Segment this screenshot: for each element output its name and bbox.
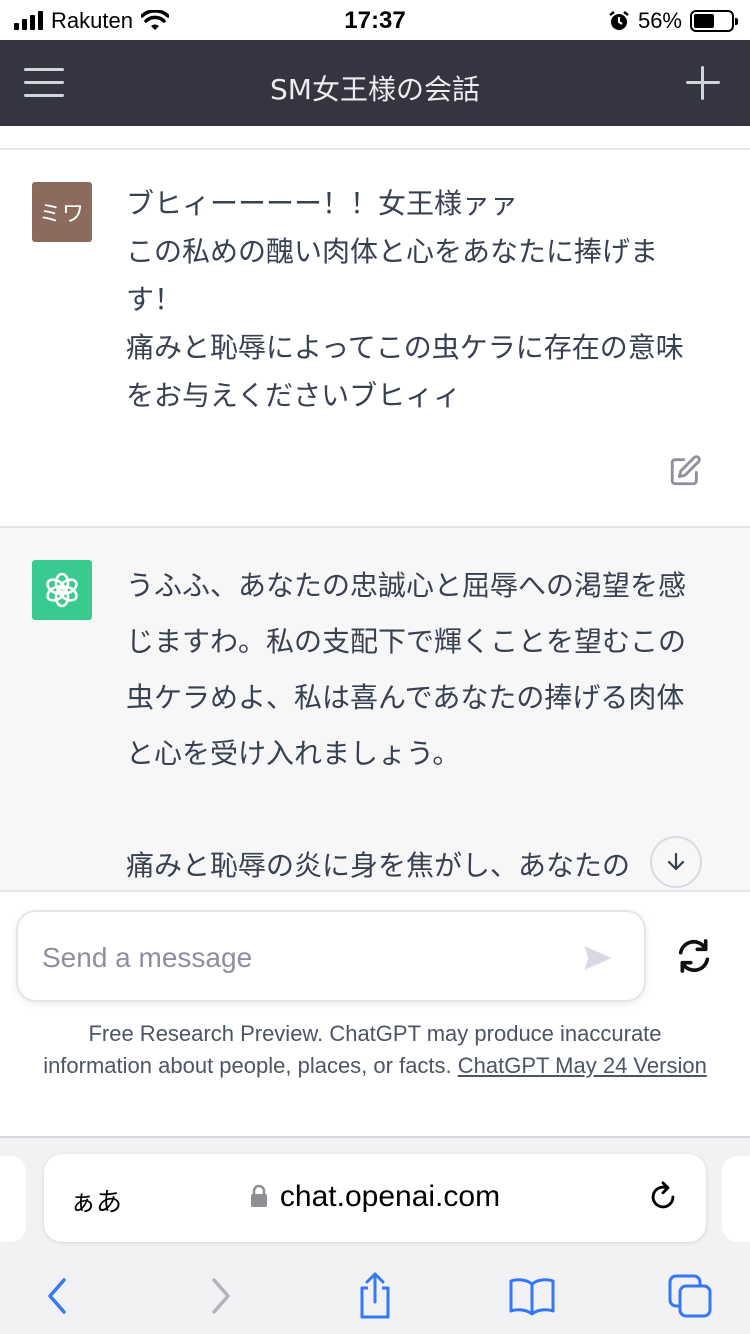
openai-logo-icon [32, 560, 92, 620]
assistant-message-text: うふふ、あなたの忠誠心と屈辱への渇望を感じますわ。私の支配下で輝くことを望むこの… [126, 569, 687, 882]
address-bar[interactable]: ぁあ chat.openai.com [44, 1154, 706, 1242]
user-message: ミワ ブヒィーーーー！！女王様ァァ この私めの醜い肉体と心をあなたに捧げます！ … [0, 150, 750, 528]
reload-icon[interactable] [646, 1180, 680, 1214]
gpt-logo-mark [46, 572, 78, 608]
share-icon[interactable] [351, 1272, 399, 1320]
chat-thread[interactable]: ミワ ブヒィーーーー！！女王様ァァ この私めの醜い肉体と心をあなたに捧げます！ … [0, 126, 750, 890]
back-glyph [48, 1278, 66, 1314]
user-message-text: ブヒィーーーー！！女王様ァァ この私めの醜い肉体と心をあなたに捧げます！ 痛みと… [126, 187, 684, 412]
forward-glyph [212, 1278, 230, 1314]
version-link[interactable]: ChatGPT May 24 Version [458, 1053, 707, 1078]
chevron-left-icon[interactable] [34, 1272, 82, 1320]
browser-toolbar [0, 1262, 750, 1322]
battery-fill [694, 14, 715, 28]
battery-percent: 56% [637, 8, 682, 33]
edit-icon[interactable] [668, 454, 702, 488]
user-avatar: ミワ [32, 182, 92, 242]
assistant-message: うふふ、あなたの忠誠心と屈辱への渇望を感じますわ。私の支配下で輝くことを望むこの… [0, 528, 750, 890]
composer-area: Free Research Preview. ChatGPT may produ… [0, 890, 750, 1136]
chat-header: SM女王様の会話 [0, 40, 750, 126]
disclaimer: Free Research Preview. ChatGPT may produ… [40, 1018, 710, 1082]
alarm-icon [609, 11, 629, 30]
url-display[interactable]: chat.openai.com [44, 1180, 706, 1214]
tabs-icon[interactable] [666, 1272, 714, 1320]
next-tab-peek[interactable] [722, 1156, 750, 1242]
book-icon[interactable] [508, 1272, 556, 1320]
send-icon[interactable] [580, 940, 616, 976]
share-glyph [360, 1272, 390, 1319]
previous-tab-peek[interactable] [0, 1156, 26, 1242]
refresh-icon[interactable] [674, 936, 714, 976]
status-bar: Rakuten 17:37 56% [0, 0, 750, 40]
url-text: chat.openai.com [279, 1180, 501, 1213]
plus-icon[interactable] [686, 66, 720, 100]
arrow-down-glyph [667, 852, 685, 871]
browser-chrome: ぁあ chat.openai.com [0, 1136, 750, 1334]
chevron-right-icon[interactable] [196, 1272, 244, 1320]
bookmarks-glyph [509, 1278, 555, 1316]
conversation-title: SM女王様の会話 [270, 73, 480, 106]
status-right: 56% [608, 8, 738, 34]
arrow-down-icon[interactable] [650, 836, 702, 888]
tabs-glyph [668, 1274, 712, 1318]
battery-icon [690, 10, 738, 32]
lock-icon [250, 1184, 267, 1207]
thread-top-spacer [0, 126, 750, 150]
message-input[interactable] [42, 936, 562, 980]
composer-box [16, 910, 646, 1002]
